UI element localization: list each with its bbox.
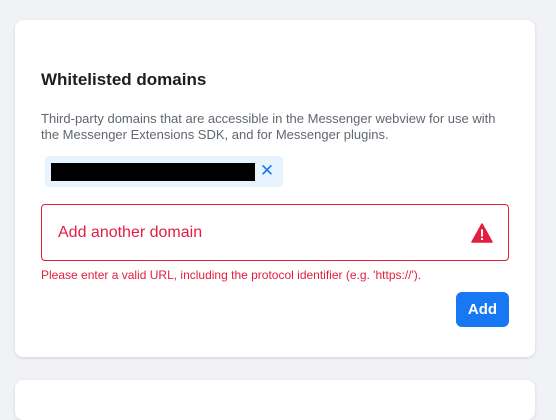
add-button[interactable]: Add — [456, 292, 509, 327]
section-title: Whitelisted domains — [41, 70, 207, 89]
warning-icon — [471, 223, 493, 243]
close-icon[interactable]: ✕ — [259, 160, 275, 182]
validation-error-message: Please enter a valid URL, including the … — [41, 268, 422, 282]
whitelisted-domains-card: Whitelisted domains Third-party domains … — [15, 20, 535, 357]
redacted-domain-text — [51, 163, 255, 181]
section-description: Third-party domains that are accessible … — [41, 111, 496, 142]
domain-chip: ✕ — [45, 156, 283, 187]
domain-input-field — [41, 204, 509, 261]
next-section-card — [15, 380, 535, 420]
add-domain-input[interactable] — [42, 205, 478, 260]
